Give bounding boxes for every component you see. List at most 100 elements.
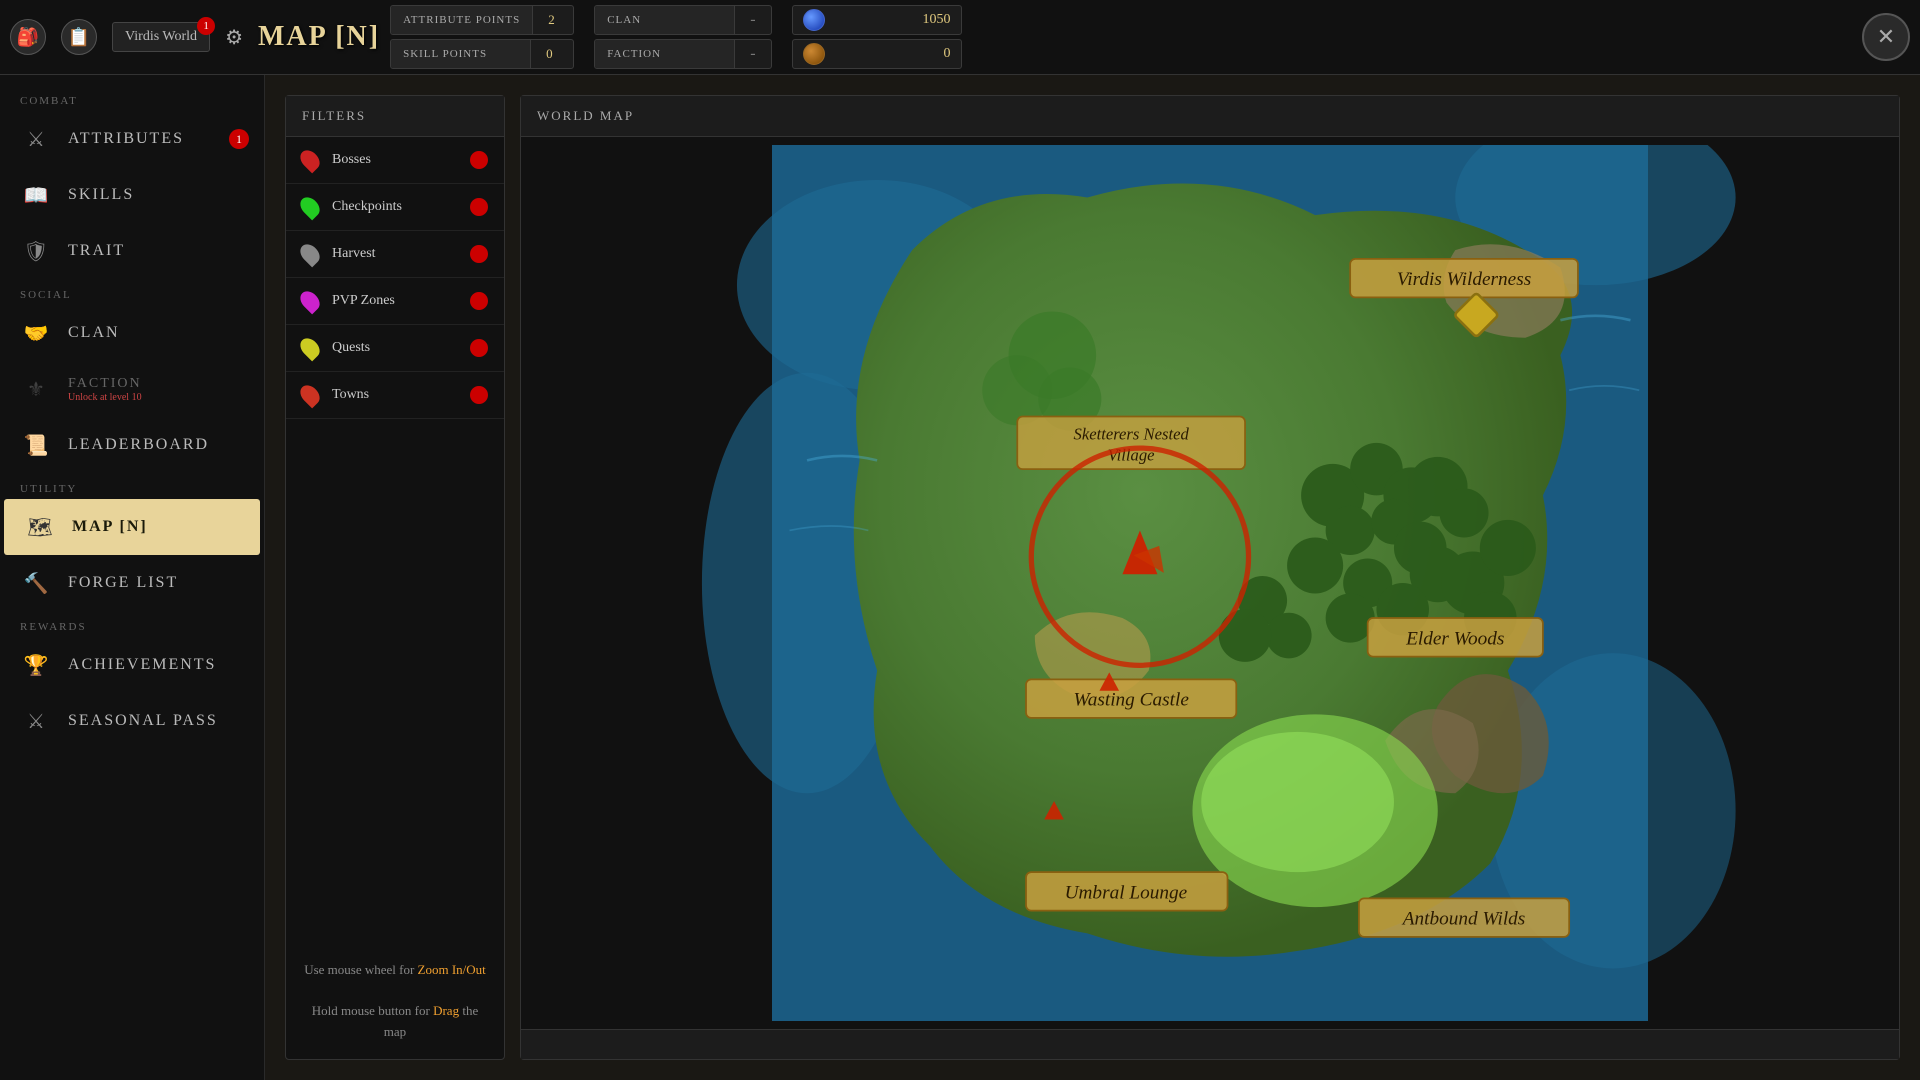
sidebar-item-faction-label: FACTION bbox=[68, 376, 142, 392]
bosses-label: Bosses bbox=[332, 152, 458, 168]
sidebar-item-seasonal-pass-label: SEASONAL PASS bbox=[68, 712, 218, 730]
filter-towns[interactable]: Towns bbox=[286, 372, 504, 419]
sidebar: COMBAT ⚔ ATTRIBUTES 1 📖 SKILLS 🛡 TRAIT S… bbox=[0, 75, 265, 1080]
currency1-row: 1050 bbox=[792, 5, 962, 35]
sidebar-item-attributes[interactable]: ⚔ ATTRIBUTES 1 bbox=[0, 111, 264, 167]
leaderboard-icon: 📜 bbox=[18, 427, 54, 463]
sidebar-item-trait[interactable]: 🛡 TRAIT bbox=[0, 223, 264, 279]
filter-harvest[interactable]: Harvest bbox=[286, 231, 504, 278]
main-layout: COMBAT ⚔ ATTRIBUTES 1 📖 SKILLS 🛡 TRAIT S… bbox=[0, 75, 1920, 1080]
checkpoints-label: Checkpoints bbox=[332, 199, 458, 215]
premium-currency-icon bbox=[803, 9, 825, 31]
pvp-toggle[interactable] bbox=[470, 292, 488, 310]
harvest-toggle[interactable] bbox=[470, 245, 488, 263]
filter-pvp-zones[interactable]: PVP Zones bbox=[286, 278, 504, 325]
checkpoints-toggle[interactable] bbox=[470, 198, 488, 216]
sidebar-item-map[interactable]: 🗺 MAP [N] bbox=[4, 499, 260, 555]
sidebar-item-forge-list-label: FORGE LIST bbox=[68, 574, 178, 592]
quests-pin-icon bbox=[297, 335, 324, 362]
sidebar-item-leaderboard-label: LEADERBOARD bbox=[68, 436, 209, 454]
clan-icon: 🤝 bbox=[18, 315, 54, 351]
quests-label: Quests bbox=[332, 340, 458, 356]
svg-text:Sketterers Nested: Sketterers Nested bbox=[1074, 424, 1190, 443]
content-area: FILTERS Bosses Checkpoints Harvest PVP Z… bbox=[265, 75, 1920, 1080]
map-panel: WORLD MAP bbox=[520, 95, 1900, 1060]
filters-header: FILTERS bbox=[286, 96, 504, 137]
skill-points-value: 0 bbox=[531, 46, 571, 62]
skill-points-row: SKILL POINTS 0 bbox=[390, 39, 574, 69]
world-tab[interactable]: Virdis World 1 bbox=[112, 22, 210, 52]
gold-currency-icon bbox=[803, 43, 825, 65]
attribute-points-label: ATTRIBUTE POINTS bbox=[391, 6, 533, 34]
map-bottom-bar bbox=[521, 1029, 1899, 1059]
clan-faction-group: CLAN - FACTION - bbox=[594, 5, 771, 69]
sidebar-item-achievements-label: ACHIEVEMENTS bbox=[68, 656, 216, 674]
currency2-row: 0 bbox=[792, 39, 962, 69]
world-tab-badge: 1 bbox=[197, 17, 215, 35]
section-social-label: SOCIAL bbox=[0, 279, 264, 305]
filter-quests[interactable]: Quests bbox=[286, 325, 504, 372]
world-map-svg[interactable]: Virdis Wilderness Sketterers Nested Vill… bbox=[529, 145, 1891, 1021]
forge-icon: 🔨 bbox=[18, 565, 54, 601]
currency2-value: 0 bbox=[944, 46, 951, 62]
world-tab-label: Virdis World bbox=[125, 29, 197, 45]
sidebar-item-forge-list[interactable]: 🔨 FORGE LIST bbox=[0, 555, 264, 611]
svg-text:Antbound Wilds: Antbound Wilds bbox=[1401, 909, 1526, 930]
faction-row: FACTION - bbox=[594, 39, 771, 69]
attributes-badge: 1 bbox=[229, 129, 249, 149]
clan-label: CLAN bbox=[595, 6, 735, 34]
sidebar-item-clan[interactable]: 🤝 CLAN bbox=[0, 305, 264, 361]
svg-text:Wasting Castle: Wasting Castle bbox=[1073, 690, 1189, 711]
close-button[interactable]: ✕ bbox=[1862, 13, 1910, 61]
map-header: WORLD MAP bbox=[521, 96, 1899, 137]
hint-drag-prefix: Hold mouse button for bbox=[312, 1003, 433, 1018]
faction-label: FACTION bbox=[595, 40, 735, 68]
towns-pin-icon bbox=[297, 382, 324, 409]
sidebar-item-skills-label: SKILLS bbox=[68, 186, 134, 204]
map-icon: 🗺 bbox=[22, 509, 58, 545]
faction-value: - bbox=[735, 45, 770, 63]
svg-text:Virdis Wilderness: Virdis Wilderness bbox=[1397, 269, 1531, 290]
hint-zoom-prefix: Use mouse wheel for bbox=[304, 962, 417, 977]
towns-toggle[interactable] bbox=[470, 386, 488, 404]
clan-row: CLAN - bbox=[594, 5, 771, 35]
harvest-label: Harvest bbox=[332, 246, 458, 262]
sidebar-item-leaderboard[interactable]: 📜 LEADERBOARD bbox=[0, 417, 264, 473]
sidebar-item-faction[interactable]: ⚜ FACTION Unlock at level 10 bbox=[0, 361, 264, 417]
map-container[interactable]: Virdis Wilderness Sketterers Nested Vill… bbox=[529, 145, 1891, 1021]
svg-text:Umbral Lounge: Umbral Lounge bbox=[1065, 882, 1188, 903]
sidebar-item-achievements[interactable]: 🏆 ACHIEVEMENTS bbox=[0, 637, 264, 693]
attribute-skill-group: ATTRIBUTE POINTS 2 SKILL POINTS 0 bbox=[390, 5, 574, 69]
quests-toggle[interactable] bbox=[470, 339, 488, 357]
sidebar-item-map-label: MAP [N] bbox=[72, 518, 148, 536]
top-bar: 🎒 📋 Virdis World 1 ⚙ MAP [N] ATTRIBUTE P… bbox=[0, 0, 1920, 75]
bosses-pin-icon bbox=[297, 147, 324, 174]
sidebar-item-skills[interactable]: 📖 SKILLS bbox=[0, 167, 264, 223]
sidebar-item-seasonal-pass[interactable]: ⚔ SEASONAL PASS bbox=[0, 693, 264, 749]
trait-icon: 🛡 bbox=[18, 233, 54, 269]
sidebar-item-clan-label: CLAN bbox=[68, 324, 120, 342]
sidebar-item-attributes-label: ATTRIBUTES bbox=[68, 130, 184, 148]
skill-points-label: SKILL POINTS bbox=[391, 40, 531, 68]
map-hints: Use mouse wheel for Zoom In/Out Hold mou… bbox=[286, 944, 504, 1059]
filter-checkpoints[interactable]: Checkpoints bbox=[286, 184, 504, 231]
bosses-toggle[interactable] bbox=[470, 151, 488, 169]
hint-zoom-link: Zoom In/Out bbox=[418, 962, 486, 977]
currency-group: 1050 0 bbox=[792, 5, 962, 69]
achievements-icon: 🏆 bbox=[18, 647, 54, 683]
sidebar-item-trait-label: TRAIT bbox=[68, 242, 125, 260]
faction-icon: ⚜ bbox=[18, 371, 54, 407]
harvest-pin-icon bbox=[297, 241, 324, 268]
quest-journal-icon[interactable]: 📋 bbox=[61, 19, 97, 55]
pvp-pin-icon bbox=[297, 288, 324, 315]
filter-bosses[interactable]: Bosses bbox=[286, 137, 504, 184]
towns-label: Towns bbox=[332, 387, 458, 403]
seasonal-pass-icon: ⚔ bbox=[18, 703, 54, 739]
hint-drag: Hold mouse button for Drag the map bbox=[302, 1001, 488, 1043]
attributes-icon: ⚔ bbox=[18, 121, 54, 157]
inventory-icon[interactable]: 🎒 bbox=[10, 19, 46, 55]
faction-unlock-text: Unlock at level 10 bbox=[68, 392, 142, 403]
checkpoints-pin-icon bbox=[297, 194, 324, 221]
settings-button[interactable]: ⚙ bbox=[225, 25, 243, 50]
hint-drag-link: Drag bbox=[433, 1003, 459, 1018]
